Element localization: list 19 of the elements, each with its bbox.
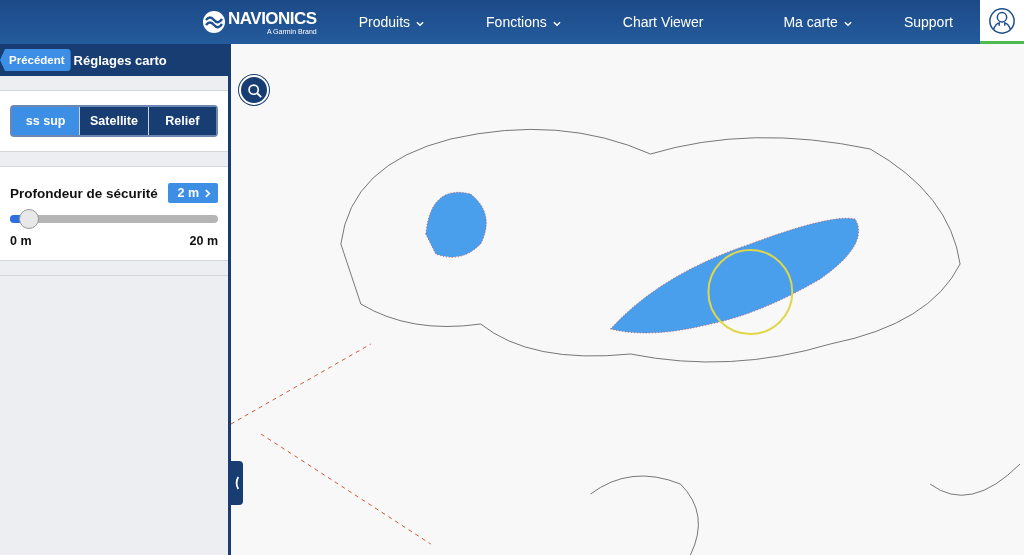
nav-link[interactable]: Fonctions <box>486 14 561 30</box>
nav-link[interactable]: Chart Viewer <box>622 14 704 30</box>
wave-logo-icon[interactable] <box>202 10 226 34</box>
chevron-right-icon <box>205 188 211 198</box>
slider-min-label: 0 m <box>10 234 32 248</box>
chevron-left-icon <box>234 475 240 491</box>
slider-track[interactable] <box>10 210 218 228</box>
panel-title: Réglages carto <box>73 52 167 68</box>
slider-thumb[interactable] <box>18 209 39 229</box>
nav-link[interactable]: Support <box>903 14 953 30</box>
setting-label: Profondeur de sécurité <box>10 185 158 201</box>
nav-link[interactable]: Produits <box>358 14 425 30</box>
account-button[interactable] <box>980 0 1024 44</box>
user-icon <box>988 6 1016 35</box>
nav-link[interactable]: Ma carte <box>783 14 852 30</box>
search-icon <box>246 82 262 98</box>
logo-wordmark[interactable]: NAVIONICS <box>228 9 317 27</box>
slider-max-label: 20 m <box>189 234 218 248</box>
collapse-panel-handle[interactable] <box>231 461 243 505</box>
